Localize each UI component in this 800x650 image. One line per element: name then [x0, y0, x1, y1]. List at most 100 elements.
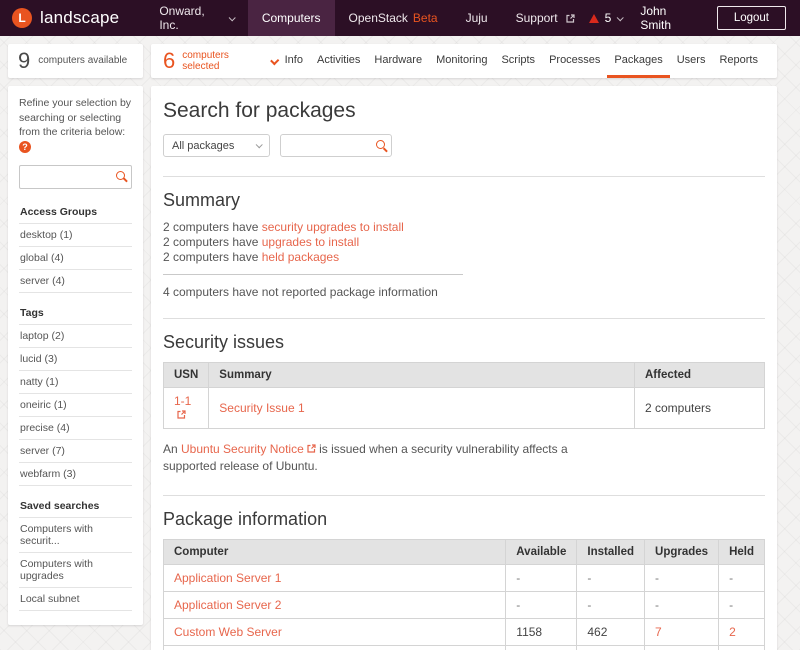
- nav-item-computers[interactable]: Computers: [248, 0, 335, 36]
- tab-processes[interactable]: Processes: [542, 44, 607, 78]
- tab-monitoring[interactable]: Monitoring: [429, 44, 494, 78]
- search-icon[interactable]: [116, 171, 125, 180]
- package-search-controls: All packages: [163, 134, 765, 157]
- ubuntu-security-notice-link[interactable]: Ubuntu Security Notice: [181, 442, 304, 456]
- sidebar-item-precise[interactable]: precise (4): [19, 417, 132, 440]
- table-row: Custom Web Server 1158 462 7 2: [164, 618, 765, 645]
- available-count: 9: [18, 48, 30, 74]
- app-header: L landscape Onward, Inc. Computers OpenS…: [0, 0, 800, 36]
- selection-header-card: 6 computers selected Info Activities Har…: [151, 44, 777, 78]
- sidebar-item-local-subnet[interactable]: Local subnet: [19, 588, 132, 611]
- upgrades-count-link[interactable]: 7: [655, 625, 662, 639]
- security-issue-link[interactable]: Security Issue 1: [219, 401, 304, 415]
- sidebar-item-lucid[interactable]: lucid (3): [19, 348, 132, 371]
- section-divider: [163, 176, 765, 177]
- chevron-down-icon: [256, 141, 263, 148]
- tab-activities[interactable]: Activities: [310, 44, 367, 78]
- chevron-down-icon: [617, 14, 624, 21]
- tab-bar: Info Activities Hardware Monitoring Scri…: [278, 44, 765, 78]
- tab-hardware[interactable]: Hardware: [367, 44, 429, 78]
- package-information-table: Computer Available Installed Upgrades He…: [163, 539, 765, 650]
- summary-line: 2 computers have upgrades to install: [163, 235, 765, 250]
- nav-item-juju[interactable]: Juju: [452, 0, 502, 36]
- page-title: Search for packages: [163, 99, 765, 123]
- refine-text: Refine your selection by searching or se…: [19, 96, 132, 155]
- affected-count: 2 computers: [645, 401, 711, 415]
- package-information-title: Package information: [163, 509, 765, 530]
- external-link-icon: [566, 14, 575, 23]
- search-icon[interactable]: [376, 140, 385, 149]
- package-filter-select[interactable]: All packages: [163, 134, 270, 157]
- sidebar-item-oneiric[interactable]: oneiric (1): [19, 394, 132, 417]
- group-title-access-groups: Access Groups: [19, 201, 132, 224]
- header-right: 5 John Smith Logout: [589, 0, 800, 36]
- nav-item-label: Support: [516, 11, 558, 25]
- help-icon[interactable]: ?: [19, 141, 31, 153]
- landscape-brand[interactable]: L landscape: [0, 0, 145, 36]
- sidebar-item-desktop[interactable]: desktop (1): [19, 224, 132, 247]
- sidebar-search-input[interactable]: [19, 165, 132, 189]
- page-body: 9 computers available Refine your select…: [0, 36, 800, 650]
- brand-name: landscape: [40, 8, 119, 28]
- chevron-down-icon: [229, 14, 236, 21]
- sidebar-item-laptop[interactable]: laptop (2): [19, 325, 132, 348]
- selected-computers-toggle[interactable]: 6 computers selected: [163, 44, 278, 78]
- security-issues-title: Security issues: [163, 332, 765, 353]
- warning-triangle-icon: [589, 14, 599, 23]
- alerts-menu[interactable]: 5: [589, 11, 623, 25]
- table-header-row: USN Summary Affected: [164, 363, 765, 388]
- column-header-usn: USN: [164, 363, 209, 388]
- main-column: 6 computers selected Info Activities Har…: [151, 44, 777, 650]
- table-header-row: Computer Available Installed Upgrades He…: [164, 539, 765, 564]
- computer-link[interactable]: Application Server 2: [174, 598, 281, 612]
- alerts-count: 5: [605, 11, 612, 25]
- sidebar-item-server[interactable]: server (4): [19, 270, 132, 293]
- column-header-affected: Affected: [635, 363, 765, 388]
- nav-item-support[interactable]: Support: [502, 0, 589, 36]
- security-upgrades-link[interactable]: security upgrades to install: [262, 220, 404, 234]
- tab-reports[interactable]: Reports: [712, 44, 765, 78]
- tab-scripts[interactable]: Scripts: [494, 44, 542, 78]
- user-name: John Smith: [640, 4, 698, 32]
- logout-button[interactable]: Logout: [717, 6, 786, 30]
- security-note: An Ubuntu Security Notice is issued when…: [163, 441, 623, 476]
- computer-link[interactable]: Application Server 1: [174, 571, 281, 585]
- upgrades-link[interactable]: upgrades to install: [262, 235, 359, 249]
- summary-title: Summary: [163, 190, 765, 211]
- sidebar-item-global[interactable]: global (4): [19, 247, 132, 270]
- tab-info[interactable]: Info: [278, 44, 310, 78]
- column-header-summary: Summary: [209, 363, 635, 388]
- nav-item-label: Computers: [262, 11, 321, 25]
- usn-link[interactable]: 1-1: [174, 394, 191, 408]
- group-title-tags: Tags: [19, 302, 132, 325]
- security-issues-table: USN Summary Affected 1-1 Security Issue …: [163, 362, 765, 429]
- held-count-link[interactable]: 2: [729, 625, 736, 639]
- table-row: Application Server 1 - - - -: [164, 564, 765, 591]
- table-row: 1-1 Security Issue 1 2 computers: [164, 388, 765, 429]
- external-link-icon: [177, 410, 186, 419]
- org-menu-label: Onward, Inc.: [159, 4, 224, 32]
- computer-link[interactable]: Custom Web Server: [174, 625, 282, 639]
- column-header-available: Available: [506, 539, 577, 564]
- sidebar-item-saved-security[interactable]: Computers with securit...: [19, 518, 132, 553]
- tab-packages[interactable]: Packages: [607, 44, 669, 78]
- beta-badge: Beta: [413, 11, 438, 25]
- available-count-label: computers available: [38, 55, 127, 67]
- summary-line: 2 computers have held packages: [163, 250, 765, 265]
- sidebar-item-webfarm[interactable]: webfarm (3): [19, 463, 132, 486]
- column-header-installed: Installed: [577, 539, 645, 564]
- sidebar: 9 computers available Refine your select…: [8, 44, 143, 625]
- org-menu[interactable]: Onward, Inc.: [145, 0, 248, 36]
- held-packages-link[interactable]: held packages: [262, 250, 339, 264]
- sidebar-item-server-tag[interactable]: server (7): [19, 440, 132, 463]
- selected-count-label: computers selected: [182, 50, 254, 73]
- package-search: [280, 134, 392, 157]
- tab-users[interactable]: Users: [670, 44, 713, 78]
- summary-line: 2 computers have security upgrades to in…: [163, 220, 765, 235]
- sidebar-item-natty[interactable]: natty (1): [19, 371, 132, 394]
- nav-item-label: Juju: [466, 11, 488, 25]
- sidebar-item-saved-upgrades[interactable]: Computers with upgrades: [19, 553, 132, 588]
- criteria-list: Access Groups desktop (1) global (4) ser…: [19, 201, 132, 611]
- nav-item-openstack[interactable]: OpenStack Beta: [335, 0, 452, 36]
- package-filter-value: All packages: [172, 140, 234, 152]
